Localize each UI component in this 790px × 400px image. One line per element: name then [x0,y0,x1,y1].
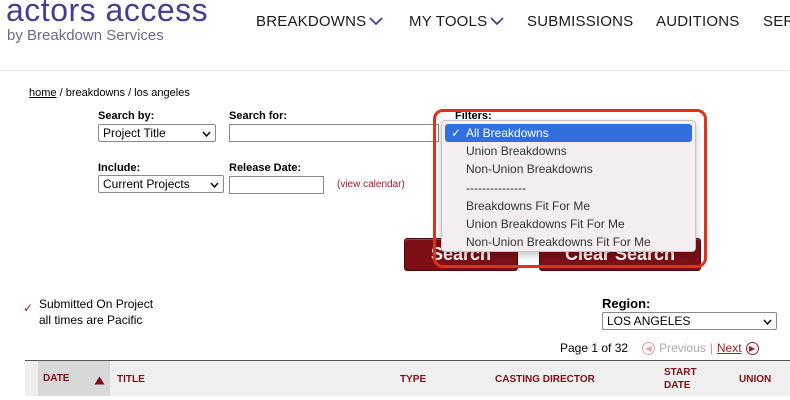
breadcrumb: home / breakdowns / los angeles [29,87,190,99]
pager-separator: | [709,341,713,355]
legend-submitted-text: Submitted On Project [39,297,154,311]
th-start-date-line1: START [664,367,697,378]
legend-timezone-text: all times are Pacific [39,313,143,327]
view-calendar-link[interactable]: (view calendar) [337,179,405,190]
include-select[interactable]: Current Projects [98,175,224,193]
release-date-label: Release Date: [229,162,302,174]
search-by-value: Project Title [103,126,166,140]
logo-title[interactable]: actors access [6,0,208,29]
th-start-date[interactable]: START DATE [664,366,697,392]
th-casting-director[interactable]: CASTING DIRECTOR [495,374,595,385]
release-date-input[interactable] [229,176,324,194]
next-link[interactable]: Next [717,341,742,355]
search-for-label: Search for: [229,110,288,122]
th-date[interactable]: DATE [43,373,69,384]
logo-subtitle: by Breakdown Services [7,27,164,44]
th-start-date-line2: DATE [664,380,691,391]
search-by-label: Search by: [98,110,155,122]
submitted-legend: ✓ Submitted On Project all times are Pac… [23,296,153,328]
th-union[interactable]: UNION [739,374,771,385]
sort-ascending-icon[interactable] [94,372,105,390]
nav-auditions[interactable]: AUDITIONS [656,13,739,30]
chevron-down-icon [490,13,504,30]
previous-link: Previous [659,341,706,355]
th-type[interactable]: TYPE [400,374,426,385]
include-value: Current Projects [103,177,190,191]
nav-submissions[interactable]: SUBMISSIONS [527,13,633,30]
pagination: Page 1 of 32 ◀ Previous | Next ▶ [560,341,759,355]
chevron-down-icon [369,13,383,30]
next-arrow-icon[interactable]: ▶ [745,341,759,355]
callout-highlight-box [433,109,707,268]
header-divider [0,70,790,71]
breadcrumb-home-link[interactable]: home [29,87,57,99]
chevron-down-icon [763,314,772,328]
checkmark-icon: ✓ [23,301,34,315]
th-title[interactable]: TITLE [117,374,145,385]
chevron-down-icon [210,177,219,191]
search-by-select[interactable]: Project Title [98,124,216,142]
region-label: Region: [602,296,651,311]
page-indicator: Page 1 of 32 [560,341,629,355]
nav-my-tools-label: MY TOOLS [409,13,488,30]
include-label: Include: [98,162,141,174]
nav-breakdowns[interactable]: BREAKDOWNS [256,13,383,30]
previous-arrow-icon: ◀ [642,341,656,355]
nav-services[interactable]: SER [763,13,790,30]
nav-breakdowns-label: BREAKDOWNS [256,13,367,30]
region-value: LOS ANGELES [607,314,691,328]
nav-my-tools[interactable]: MY TOOLS [409,13,504,30]
breadcrumb-path: / breakdowns / los angeles [56,87,190,99]
search-for-input[interactable] [229,124,439,142]
region-select[interactable]: LOS ANGELES [602,312,777,330]
chevron-down-icon [202,126,211,140]
